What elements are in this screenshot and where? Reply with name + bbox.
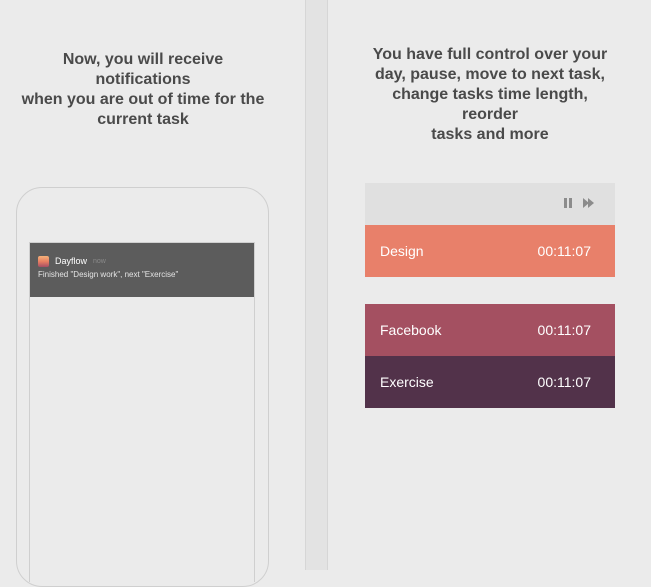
notification-message: Finished "Design work", next "Exercise": [38, 270, 179, 279]
task-time: 00:11:07: [537, 322, 591, 338]
notification-caption: Now, you will receive notifications when…: [21, 51, 265, 128]
task-name: Facebook: [380, 322, 442, 338]
pause-icon[interactable]: [562, 197, 574, 209]
task-time: 00:11:07: [537, 374, 591, 390]
task-controls-bar: [365, 183, 615, 225]
task-row-exercise[interactable]: Exercise 00:11:07: [365, 356, 615, 408]
phone-screen: Dayflow now Finished "Design work", next…: [29, 242, 255, 582]
right-panel: You have full control over your day, pau…: [328, 0, 651, 570]
left-panel: Now, you will receive notifications when…: [0, 0, 305, 587]
task-name: Design: [380, 243, 424, 259]
notification-banner[interactable]: Dayflow now Finished "Design work", next…: [30, 243, 254, 297]
task-row-design[interactable]: Design 00:11:07: [365, 225, 615, 277]
dayflow-app-icon: [38, 255, 49, 267]
task-time: 00:11:07: [537, 243, 591, 259]
task-row-facebook[interactable]: Facebook 00:11:07: [365, 304, 615, 356]
panel-divider: [305, 0, 328, 570]
notification-header: Dayflow now: [38, 255, 246, 267]
skip-forward-icon[interactable]: [583, 197, 595, 209]
notification-time: now: [93, 257, 106, 265]
task-name: Exercise: [380, 374, 434, 390]
notification-app-name: Dayflow: [55, 256, 88, 266]
control-caption: You have full control over your day, pau…: [372, 46, 608, 143]
